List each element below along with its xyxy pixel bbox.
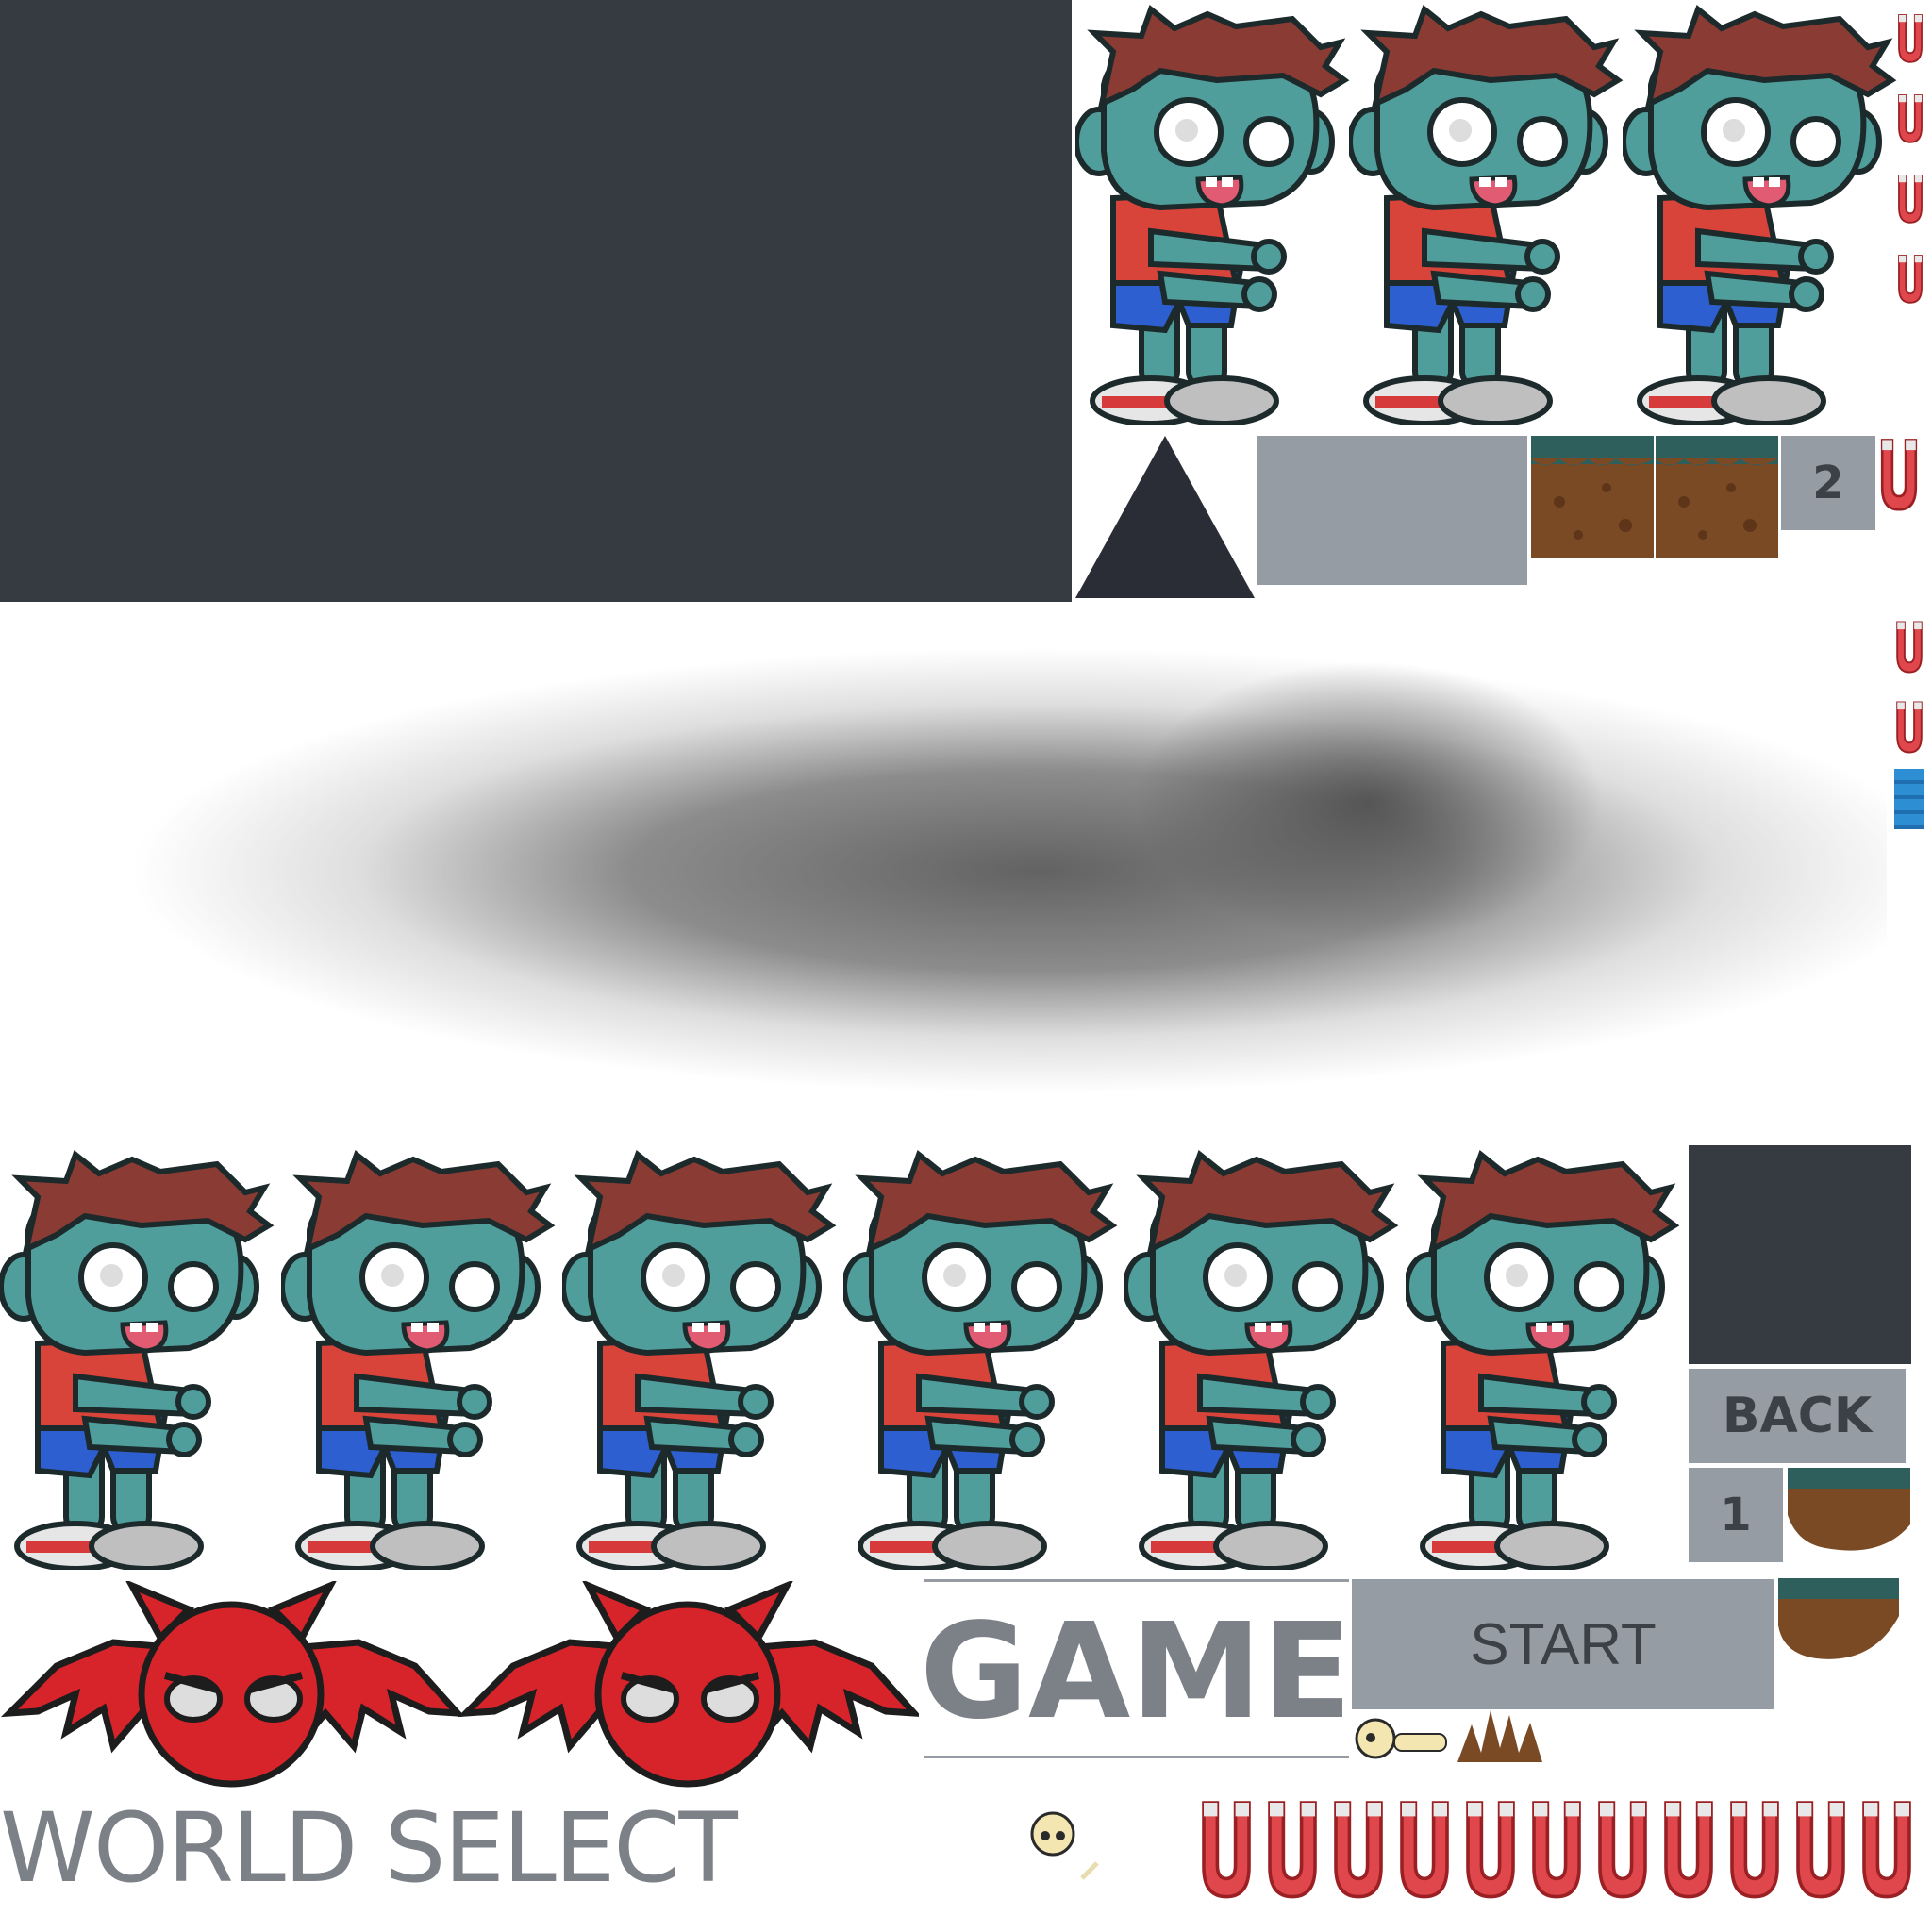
start-button[interactable]: START [1352, 1579, 1774, 1709]
world-select-title: WORLD SELECT [0, 1792, 738, 1905]
bat-enemy-sprite [457, 1581, 919, 1798]
magnet-icon [1877, 436, 1921, 511]
level-button-1[interactable]: 1 [1689, 1468, 1783, 1562]
dark-panel-large [0, 0, 1072, 602]
zombie-sprite [843, 1145, 1126, 1570]
zombie-sprite [1623, 0, 1906, 425]
magnet-icon [1896, 160, 1924, 236]
zombie-sprite [1406, 1145, 1689, 1570]
fog-dark-spot [1132, 660, 1604, 943]
magnet-icon [1325, 1797, 1391, 1899]
ground-tile [1656, 436, 1778, 558]
bone-icon [1080, 1861, 1099, 1880]
zombie-sprite [1075, 0, 1358, 425]
title-rule-top [924, 1579, 1349, 1582]
triangle-icon [1075, 436, 1255, 598]
magnet-icon [1894, 608, 1924, 684]
magnet-icon [1457, 1797, 1524, 1899]
magnet-icon [1193, 1797, 1259, 1899]
magnet-icon [1722, 1797, 1788, 1899]
zombie-sprite [562, 1145, 845, 1570]
fog-overlay [0, 606, 1887, 1136]
magnet-icon [1656, 1797, 1722, 1899]
level-button-2[interactable]: 2 [1781, 436, 1875, 530]
platform-edge-tile [1778, 1578, 1899, 1659]
zombie-sprite [0, 1145, 283, 1570]
platform-edge-tile [1788, 1468, 1910, 1551]
magnet-icon [1391, 1797, 1457, 1899]
gray-block [1257, 436, 1527, 585]
water-tile [1894, 769, 1924, 829]
zombie-sprite [1124, 1145, 1407, 1570]
zombie-sprite [281, 1145, 564, 1570]
magnet-icon [1854, 1797, 1920, 1899]
grass-tuft-icon [1457, 1710, 1542, 1762]
title-rule-bottom [924, 1756, 1349, 1758]
magnet-icon [1590, 1797, 1656, 1899]
bat-enemy-sprite [0, 1581, 462, 1798]
ground-tile [1531, 436, 1654, 558]
zombie-sprite [1349, 0, 1632, 425]
skeleton-bones-icon [1355, 1718, 1447, 1759]
skull-icon [1030, 1811, 1075, 1857]
magnet-icon [1788, 1797, 1854, 1899]
magnet-icon [1259, 1797, 1325, 1899]
magnet-icon [1896, 241, 1924, 316]
dark-panel-small [1689, 1145, 1911, 1364]
back-button[interactable]: BACK [1689, 1369, 1906, 1463]
magnet-icon [1896, 80, 1924, 156]
game-title: GAME [920, 1595, 1353, 1749]
magnet-icon [1524, 1797, 1590, 1899]
magnet-icon [1896, 0, 1924, 75]
magnet-icon [1894, 689, 1924, 764]
